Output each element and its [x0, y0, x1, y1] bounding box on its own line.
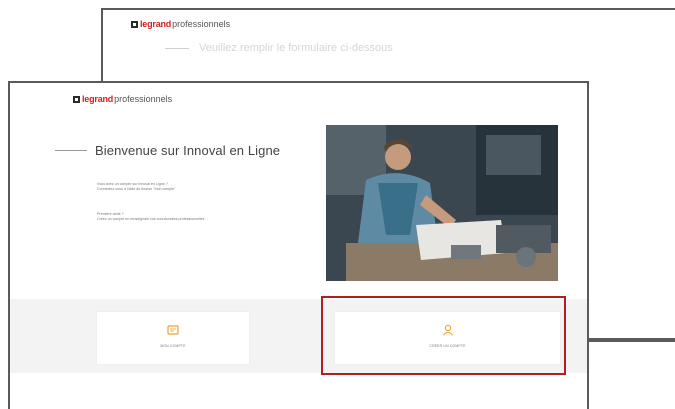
my-account-label: MON COMPTE: [160, 344, 186, 348]
hero-photo: [326, 125, 558, 281]
legrand-logo-icon: [131, 20, 138, 28]
my-account-card[interactable]: MON COMPTE: [97, 312, 249, 364]
logo-brand: legrand: [82, 94, 114, 104]
logo-brand: legrand: [140, 19, 172, 29]
intro-text-line: Créez un compte en renseignant vos coord…: [97, 217, 205, 221]
subtitle-dash: [165, 47, 189, 49]
front-logo[interactable]: legrand professionnels: [73, 94, 172, 104]
page-title: Bienvenue sur Innoval en Ligne: [95, 143, 281, 158]
connector-line: [589, 338, 675, 340]
logo-suffix: professionnels: [172, 19, 231, 29]
screenshot-stage: legrand professionnels Veuillez remplir …: [0, 0, 675, 409]
subtitle-text: Veuillez remplir le formulaire ci-dessou…: [199, 42, 393, 54]
welcome-heading: Bienvenue sur Innoval en Ligne: [55, 143, 280, 158]
back-subtitle: Veuillez remplir le formulaire ci-dessou…: [165, 42, 393, 54]
legrand-logo-icon: [73, 95, 80, 103]
back-logo: legrand professionnels: [131, 19, 230, 29]
workshop-photo-illustration: [326, 125, 558, 281]
account-card-icon: [167, 325, 179, 335]
heading-dash: [55, 150, 87, 151]
intro-text-line: Connectez-vous à l'aide du bouton "mon c…: [97, 187, 176, 191]
create-account-highlight: [321, 296, 566, 375]
logo-suffix: professionnels: [114, 94, 173, 104]
